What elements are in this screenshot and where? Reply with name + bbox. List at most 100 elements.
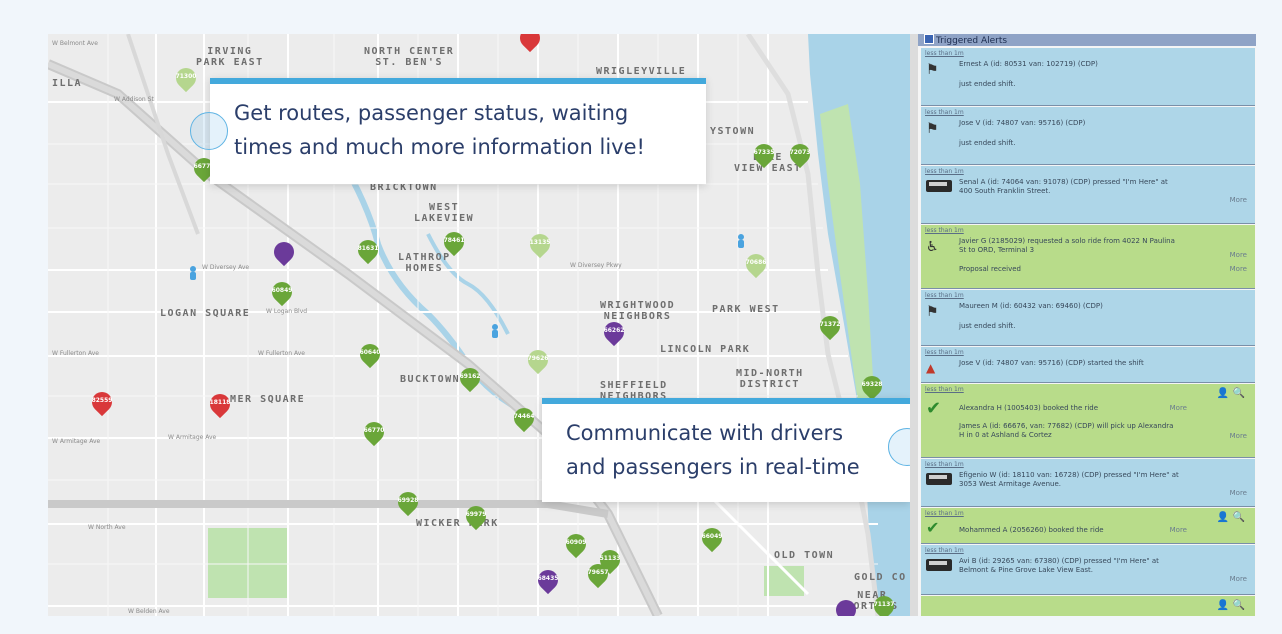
vehicle-pin[interactable] [269,237,299,268]
passenger-marker[interactable] [492,324,498,338]
vehicle-pin[interactable]: 60849 [267,277,297,308]
check-icon: ✔ [926,398,942,419]
vehicle-pin[interactable]: 78461 [439,227,469,258]
map-panel-divider[interactable] [910,34,918,616]
alert-time: less than 1m [925,50,964,57]
alert-message: Avi B (id: 29265 van: 67380) (CDP) press… [959,557,1159,574]
search-icon[interactable]: 🔍 [1233,512,1245,523]
neighborhood-label-wrigleyville: WRIGLEYVILLE [596,66,687,77]
alert-message: Senal A (id: 74064 van: 91078) (CDP) pre… [959,178,1168,195]
alert-message: Maureen M (id: 60432 van: 69460) (CDP) [959,302,1103,310]
search-icon[interactable]: 🔍 [1233,388,1245,399]
alert-card[interactable]: less than 1m Senal A (id: 74064 van: 910… [921,166,1255,224]
callout-realtime-communication: Communicate with drivers and passengers … [542,398,910,502]
street-label: W Fullerton Ave [258,350,305,357]
alerts-panel[interactable]: Triggered Alerts less than 1m ⚑ Ernest A… [918,34,1256,616]
alert-message: Alexandra H (1005403) booked the ride [959,404,1099,412]
callout-anchor-ring [190,112,228,150]
neighborhood-label-lincoln-park: LINCOLN PARK [660,344,751,355]
vehicle-pin[interactable]: 71137 [869,591,899,616]
more-link[interactable]: More [1170,526,1187,534]
vehicle-pin[interactable] [515,34,545,54]
vehicle-pin[interactable]: 60640 [355,339,385,370]
alert-detail: just ended shift. [959,80,1016,88]
street-label: W North Ave [88,524,126,531]
alert-card[interactable]: less than 1m ✔ Alexandra H (1005403) boo… [921,384,1255,458]
vehicle-pin[interactable]: 74464 [509,403,539,434]
vehicle-pin[interactable]: 71300 [171,63,201,94]
vehicle-pin[interactable]: 13135 [525,229,555,260]
alert-card[interactable]: less than 1m ⚑ Maureen M (id: 60432 van:… [921,290,1255,346]
vehicle-pin[interactable]: 69979 [461,501,491,532]
vehicle-pin[interactable] [831,595,861,616]
alert-time: less than 1m [925,109,964,116]
neighborhood-label-gold-coast: GOLD CO [854,572,907,583]
alert-card[interactable]: less than 1m Avi B (id: 29265 van: 67380… [921,545,1255,595]
alert-time: less than 1m [925,386,964,393]
user-pin-icon[interactable]: 👤 [1217,512,1229,523]
street-label: W Belden Ave [128,608,170,615]
street-label: W Fullerton Ave [52,350,99,357]
street-label: W Armitage Ave [168,434,217,441]
street-label: W Diversey Pkwy [570,262,622,269]
check-icon: ✔ [926,518,940,537]
neighborhood-label-irving-park-east: IRVING PARK EAST [196,46,264,68]
more-link[interactable]: More [1230,265,1247,273]
vehicle-pin[interactable]: 71372 [815,311,845,342]
more-link[interactable]: More [1230,251,1247,259]
more-link[interactable]: More [1170,404,1187,412]
alerts-panel-header[interactable]: Triggered Alerts [918,34,1256,46]
van-icon [926,473,952,489]
alert-message: Jose V (id: 74807 van: 95716) (CDP) [959,119,1086,127]
vehicle-pin[interactable]: 70686 [741,249,771,280]
vehicle-pin[interactable]: 81631 [353,235,383,266]
alert-time: less than 1m [925,547,964,554]
vehicle-pin[interactable]: 66770 [359,417,389,448]
alert-card[interactable]: 👤 🔍 [921,596,1255,616]
neighborhood-label-park-west: PARK WEST [712,304,780,315]
street-label: W Addison St [114,96,154,103]
alert-message: Efigenio W (id: 18110 van: 16728) (CDP) … [959,471,1179,488]
vehicle-pin[interactable]: 66049 [697,523,727,554]
vehicle-pin[interactable]: 79626 [523,345,553,376]
more-link[interactable]: More [1230,489,1247,497]
checkbox-icon[interactable] [924,34,934,44]
user-pin-icon[interactable]: 👤 [1217,600,1229,611]
alert-card[interactable]: less than 1m ▲ Jose V (id: 74807 van: 95… [921,347,1255,383]
street-label: W Diversey Ave [202,264,250,271]
alert-message: Jose V (id: 74807 van: 95716) (CDP) star… [959,359,1144,367]
passenger-marker[interactable] [190,266,196,280]
vehicle-pin[interactable]: 69162 [455,363,485,394]
alert-card[interactable]: less than 1m ♿ Javier G (2185029) reques… [921,225,1255,289]
neighborhood-label-mid-north: MID-NORTH DISTRICT [736,368,804,390]
vehicle-pin[interactable]: 66262 [599,317,629,348]
alert-card[interactable]: less than 1m ⚑ Jose V (id: 74807 van: 95… [921,107,1255,165]
neighborhood-label-illa: ILLA [52,78,83,89]
vehicle-pin[interactable]: 79657 [583,559,613,590]
vehicle-pin[interactable]: 67335 [749,139,779,170]
user-pin-icon[interactable]: 👤 [1217,388,1229,399]
vehicle-pin[interactable]: 82559 [87,387,117,418]
vehicle-pin[interactable]: 68435 [533,565,563,596]
street-label: W Armitage Ave [52,438,101,445]
vehicle-pin[interactable]: 72073 [785,139,815,170]
neighborhood-label-palmer-square: MER SQUARE [230,394,306,405]
search-icon[interactable]: 🔍 [1233,600,1245,611]
live-map[interactable]: IRVING PARK EAST NORTH CENTER ST. BEN'S … [48,34,910,616]
more-link[interactable]: More [1230,196,1247,204]
vehicle-pin[interactable]: 18118 [205,389,235,420]
van-icon [926,180,952,196]
alert-time: less than 1m [925,227,964,234]
alert-detail: just ended shift. [959,139,1016,147]
alert-card[interactable]: less than 1m Efigenio W (id: 18110 van: … [921,459,1255,507]
alert-card[interactable]: less than 1m ⚑ Ernest A (id: 80531 van: … [921,48,1255,106]
alert-time: less than 1m [925,349,964,356]
vehicle-pin[interactable]: 69928 [393,487,423,518]
more-link[interactable]: More [1230,575,1247,583]
alert-detail: James A (id: 66676, van: 77682) (CDP) wi… [959,422,1174,439]
passenger-marker[interactable] [738,234,744,248]
more-link[interactable]: More [1230,432,1247,440]
alert-message: Mohammed A (2056260) booked the ride [959,526,1104,534]
vehicle-pin[interactable]: 60909 [561,529,591,560]
alert-card[interactable]: less than 1m ✔ Mohammed A (2056260) book… [921,508,1255,544]
